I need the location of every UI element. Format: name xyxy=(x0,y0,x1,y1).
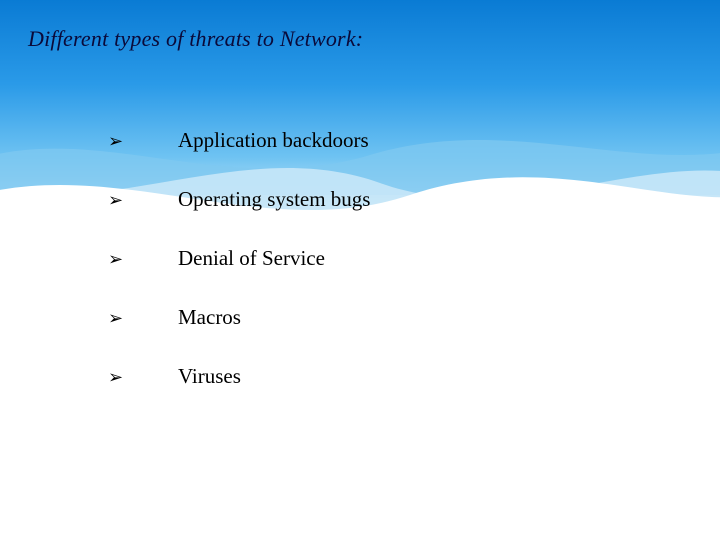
list-item-text: Viruses xyxy=(178,364,241,389)
bullet-icon: ➢ xyxy=(108,131,178,152)
threat-list: ➢ Application backdoors ➢ Operating syst… xyxy=(108,128,370,423)
bullet-icon: ➢ xyxy=(108,190,178,211)
list-item: ➢ Macros xyxy=(108,305,370,330)
slide-title: Different types of threats to Network: xyxy=(28,26,363,52)
bullet-icon: ➢ xyxy=(108,249,178,270)
bullet-icon: ➢ xyxy=(108,367,178,388)
bullet-icon: ➢ xyxy=(108,308,178,329)
list-item: ➢ Viruses xyxy=(108,364,370,389)
list-item-text: Macros xyxy=(178,305,241,330)
slide: Different types of threats to Network: ➢… xyxy=(0,0,720,540)
list-item: ➢ Application backdoors xyxy=(108,128,370,153)
list-item-text: Operating system bugs xyxy=(178,187,370,212)
list-item-text: Application backdoors xyxy=(178,128,369,153)
list-item: ➢ Denial of Service xyxy=(108,246,370,271)
list-item: ➢ Operating system bugs xyxy=(108,187,370,212)
list-item-text: Denial of Service xyxy=(178,246,325,271)
